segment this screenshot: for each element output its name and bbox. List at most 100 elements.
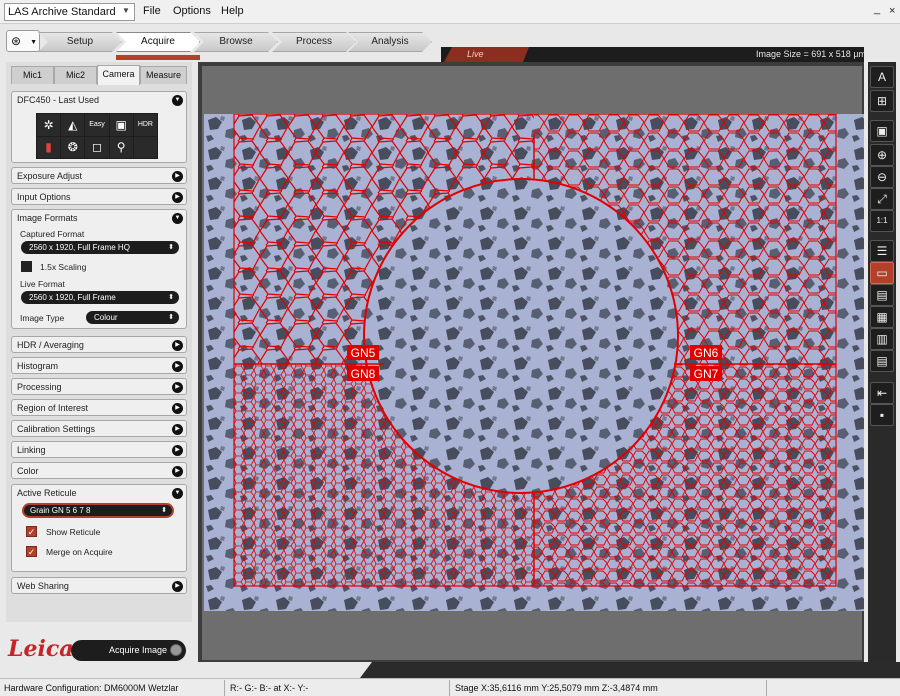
fit-icon[interactable]: ⤢ xyxy=(870,188,894,210)
web-sharing-section[interactable]: Web Sharing ▶ xyxy=(11,577,187,594)
tab-analysis[interactable]: Analysis xyxy=(348,32,432,52)
document-icon[interactable]: ☰ xyxy=(870,240,894,262)
input-options-section[interactable]: Input Options ▶ xyxy=(11,188,187,205)
frame-icon[interactable]: ▭ xyxy=(870,262,894,284)
tab-browse[interactable]: Browse xyxy=(194,32,278,52)
svg-text:GN7: GN7 xyxy=(694,367,719,381)
active-tab-indicator xyxy=(116,55,200,60)
expand-arrow-icon[interactable]: ▶ xyxy=(172,192,183,203)
chevron-down-icon: ▼ xyxy=(122,6,130,15)
exposure-adjust-section[interactable]: Exposure Adjust ▶ xyxy=(11,167,187,184)
section-title: Color xyxy=(17,466,39,476)
expand-arrow-icon[interactable]: ▶ xyxy=(172,382,183,393)
menu-bar: LAS Archive Standard ▼ File Options Help… xyxy=(0,0,900,24)
live-format-select[interactable]: 2560 x 1920, Full Frame ⬍ xyxy=(21,291,179,304)
tab-setup[interactable]: Setup xyxy=(38,32,122,52)
tree-icon[interactable]: ⊞ xyxy=(870,90,894,112)
subtab-camera[interactable]: Camera xyxy=(97,65,140,85)
captured-format-select[interactable]: 2560 x 1920, Full Frame HQ ⬍ xyxy=(21,241,179,254)
expand-arrow-icon[interactable]: ▶ xyxy=(172,445,183,456)
minimize-icon[interactable]: _ xyxy=(874,3,880,15)
subtab-measure[interactable]: Measure xyxy=(140,66,187,84)
section-title: Processing xyxy=(17,382,62,392)
menu-file[interactable]: File xyxy=(143,5,161,17)
hdr-icon[interactable]: HDR xyxy=(133,114,157,136)
active-reticule-header[interactable]: Active Reticule ▼ xyxy=(12,485,186,502)
active-reticule-section: Active Reticule ▼ Grain GN 5 6 7 8 ⬍ ✓ Sh… xyxy=(11,484,187,572)
color-icon[interactable]: ▮ xyxy=(37,136,61,158)
show-reticule-checkbox[interactable]: ✓ xyxy=(26,526,37,537)
linking-section[interactable]: Linking ▶ xyxy=(11,441,187,458)
profile-icon[interactable]: ⚲ xyxy=(109,136,133,158)
menu-help[interactable]: Help xyxy=(221,5,244,17)
report-list-icon[interactable]: ▤ xyxy=(870,350,894,372)
aperture-icon[interactable]: ✲ xyxy=(37,114,61,136)
region-of-interest-section[interactable]: Region of Interest ▶ xyxy=(11,399,187,416)
stage-position: Stage X:35,6116 mm Y:25,5079 mm Z:-3,487… xyxy=(455,683,658,693)
collapse-arrow-icon[interactable]: ▼ xyxy=(172,213,183,224)
app-selector[interactable]: LAS Archive Standard ▼ xyxy=(4,3,135,21)
image-type-value: Colour xyxy=(94,313,118,322)
processing-section[interactable]: Processing ▶ xyxy=(11,378,187,395)
text-tool-icon[interactable]: A xyxy=(870,66,894,88)
table-icon[interactable]: ▤ xyxy=(870,284,894,306)
collapse-arrow-icon[interactable]: ▼ xyxy=(172,95,183,106)
image-type-label: Image Type xyxy=(20,313,65,323)
grid-icon[interactable]: ▦ xyxy=(870,306,894,328)
svg-text:GN5: GN5 xyxy=(351,346,376,360)
divider xyxy=(449,680,450,696)
camera-controls: ✲ ◭ Easy ▣ HDR ▮ ❂ ◻ ⚲ xyxy=(36,113,158,159)
subtab-mic1[interactable]: Mic1 xyxy=(11,66,54,84)
one-to-one-icon[interactable]: 1:1 xyxy=(870,210,894,232)
exposure-icon[interactable]: ◭ xyxy=(61,114,85,136)
white-balance-icon[interactable]: ▣ xyxy=(109,114,133,136)
zoom-in-icon[interactable]: ⊕ xyxy=(870,144,894,166)
calibration-settings-section[interactable]: Calibration Settings ▶ xyxy=(11,420,187,437)
scaling-label: 1.5x Scaling xyxy=(40,262,87,272)
section-title: Input Options xyxy=(17,192,71,202)
frame-icon[interactable]: ◻ xyxy=(85,136,109,158)
expand-arrow-icon[interactable]: ▶ xyxy=(172,424,183,435)
collapse-arrow-icon[interactable]: ▼ xyxy=(172,488,183,499)
expand-arrow-icon[interactable]: ▶ xyxy=(172,466,183,477)
report-icon[interactable]: ▥ xyxy=(870,328,894,350)
save-icon[interactable]: ▪ xyxy=(870,404,894,426)
image-formats-header[interactable]: Image Formats ▼ xyxy=(12,210,186,227)
live-format-label: Live Format xyxy=(20,279,65,289)
mode-button[interactable]: ⊛ ▼ xyxy=(6,30,40,52)
scaling-checkbox[interactable] xyxy=(21,261,32,272)
image-type-select[interactable]: Colour ⬍ xyxy=(86,311,179,324)
viewer-bottom-strip xyxy=(360,662,900,678)
expand-arrow-icon[interactable]: ▶ xyxy=(172,340,183,351)
histogram-section[interactable]: Histogram ▶ xyxy=(11,357,187,374)
subtab-mic2[interactable]: Mic2 xyxy=(54,66,97,84)
easy-icon[interactable]: Easy xyxy=(85,114,109,136)
merge-on-acquire-label: Merge on Acquire xyxy=(46,547,113,557)
zoom-out-icon[interactable]: ⊖ xyxy=(870,166,894,188)
viewer-canvas[interactable]: GN5 GN8 GN6 GN7 xyxy=(202,66,864,660)
export-icon[interactable]: ⇤ xyxy=(870,382,894,404)
expand-arrow-icon[interactable]: ▶ xyxy=(172,581,183,592)
close-icon[interactable]: × xyxy=(889,5,895,17)
settings-icon[interactable]: ❂ xyxy=(61,136,85,158)
expand-arrow-icon[interactable]: ▶ xyxy=(172,171,183,182)
tab-acquire[interactable]: Acquire xyxy=(116,32,200,52)
reticule-select[interactable]: Grain GN 5 6 7 8 ⬍ xyxy=(22,503,174,518)
chevron-down-icon: ▼ xyxy=(30,39,37,46)
expand-arrow-icon[interactable]: ▶ xyxy=(172,361,183,372)
merge-on-acquire-checkbox[interactable]: ✓ xyxy=(26,546,37,557)
camera-section-header[interactable]: DFC450 - Last Used ▼ xyxy=(12,92,186,109)
color-section[interactable]: Color ▶ xyxy=(11,462,187,479)
hdr-averaging-section[interactable]: HDR / Averaging ▶ xyxy=(11,336,187,353)
snapshot-icon[interactable]: ▣ xyxy=(870,120,894,142)
tab-process[interactable]: Process xyxy=(272,32,356,52)
acquire-image-button[interactable]: Acquire Image xyxy=(71,640,186,661)
acquire-image-label: Acquire Image xyxy=(109,645,168,655)
spinner-icon: ⬍ xyxy=(161,507,167,514)
menu-options[interactable]: Options xyxy=(173,5,211,17)
divider xyxy=(766,680,767,696)
svg-text:GN8: GN8 xyxy=(351,367,376,381)
expand-arrow-icon[interactable]: ▶ xyxy=(172,403,183,414)
right-toolbar: A ⊞ ▣ ⊕ ⊖ ⤢ 1:1 ☰ ▭ ▤ ▦ ▥ ▤ ⇤ ▪ xyxy=(868,62,896,662)
specimen-image[interactable]: GN5 GN8 GN6 GN7 xyxy=(204,114,864,611)
